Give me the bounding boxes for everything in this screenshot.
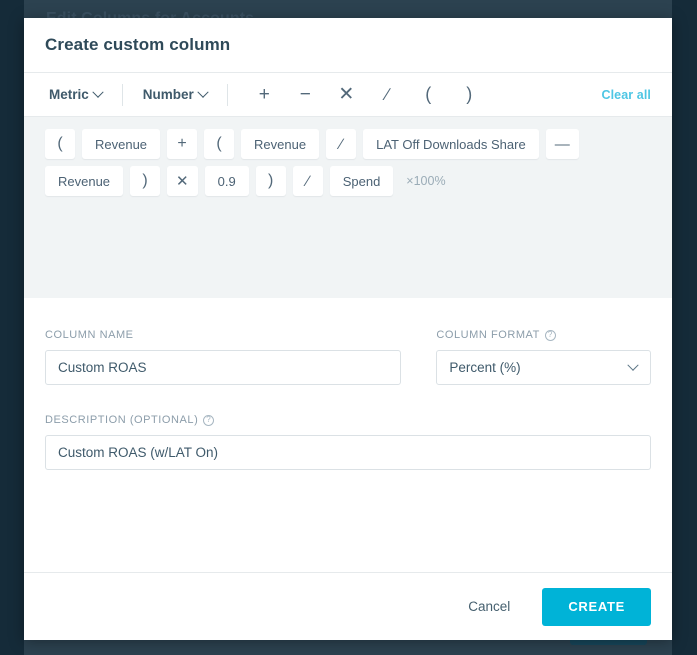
formula-token[interactable]: ) [256, 166, 286, 196]
formula-token[interactable]: ( [45, 129, 75, 159]
formula-token[interactable]: Revenue [82, 129, 160, 159]
column-format-label: COLUMN FORMAT ? [436, 329, 651, 341]
multiply-operator[interactable]: ✕ [326, 80, 367, 110]
formula-token[interactable]: ✕ [167, 166, 198, 196]
formula-token-list: (Revenue+(Revenue∕LAT Off Downloads Shar… [45, 129, 651, 196]
clear-all-button[interactable]: Clear all [601, 88, 651, 102]
formula-token[interactable]: 0.9 [205, 166, 249, 196]
formula-token[interactable]: ) [130, 166, 160, 196]
formula-token[interactable]: + [167, 129, 197, 159]
metric-dropdown-label: Metric [49, 87, 89, 102]
description-label: DESCRIPTION (OPTIONAL) ? [45, 414, 651, 426]
form-row-primary: COLUMN NAME COLUMN FORMAT ? Percent (%) [45, 329, 651, 385]
column-format-select[interactable]: Percent (%) [436, 350, 651, 385]
formula-token[interactable]: ∕ [326, 129, 356, 159]
column-name-input[interactable] [45, 350, 401, 385]
number-dropdown-label: Number [143, 87, 194, 102]
formula-token[interactable]: ∕ [293, 166, 323, 196]
metric-dropdown[interactable]: Metric [45, 84, 106, 105]
description-label-text: DESCRIPTION (OPTIONAL) [45, 414, 198, 426]
chevron-down-icon [627, 359, 638, 370]
column-format-label-text: COLUMN FORMAT [436, 329, 540, 341]
create-custom-column-dialog: Create custom column Metric Number +−✕∕(… [24, 18, 672, 640]
close-paren-operator[interactable]: ) [449, 80, 490, 110]
column-format-value: Percent (%) [449, 360, 520, 375]
description-input[interactable] [45, 435, 651, 470]
formula-token[interactable]: Spend [330, 166, 394, 196]
formula-suffix-label: ×100% [400, 166, 451, 196]
description-field: DESCRIPTION (OPTIONAL) ? [45, 414, 651, 470]
number-dropdown[interactable]: Number [139, 84, 211, 105]
plus-operator[interactable]: + [244, 80, 285, 110]
cancel-button[interactable]: Cancel [458, 591, 520, 622]
open-paren-operator[interactable]: ( [408, 80, 449, 110]
formula-token[interactable]: ( [204, 129, 234, 159]
column-name-field: COLUMN NAME [45, 329, 401, 385]
dialog-footer: Cancel CREATE [24, 572, 672, 640]
column-settings-form: COLUMN NAME COLUMN FORMAT ? Percent (%) … [24, 298, 672, 517]
dialog-header: Create custom column [24, 18, 672, 73]
formula-toolbar: Metric Number +−✕∕() Clear all [24, 73, 672, 117]
formula-token[interactable]: LAT Off Downloads Share [363, 129, 539, 159]
column-format-field: COLUMN FORMAT ? Percent (%) [436, 329, 651, 385]
dialog-title: Create custom column [45, 35, 230, 55]
column-name-label: COLUMN NAME [45, 329, 401, 341]
formula-token[interactable]: Revenue [241, 129, 319, 159]
formula-canvas[interactable]: (Revenue+(Revenue∕LAT Off Downloads Shar… [24, 117, 672, 298]
operator-buttons: +−✕∕() [244, 80, 490, 110]
formula-token[interactable]: Revenue [45, 166, 123, 196]
minus-operator[interactable]: − [285, 80, 326, 110]
toolbar-divider [122, 84, 123, 106]
divide-operator[interactable]: ∕ [367, 80, 408, 110]
toolbar-divider [227, 84, 228, 106]
formula-token[interactable]: — [546, 129, 579, 159]
chevron-down-icon [92, 86, 103, 97]
create-button[interactable]: CREATE [542, 588, 651, 626]
chevron-down-icon [197, 86, 208, 97]
column-name-label-text: COLUMN NAME [45, 329, 134, 341]
help-icon[interactable]: ? [203, 415, 214, 426]
help-icon[interactable]: ? [545, 330, 556, 341]
